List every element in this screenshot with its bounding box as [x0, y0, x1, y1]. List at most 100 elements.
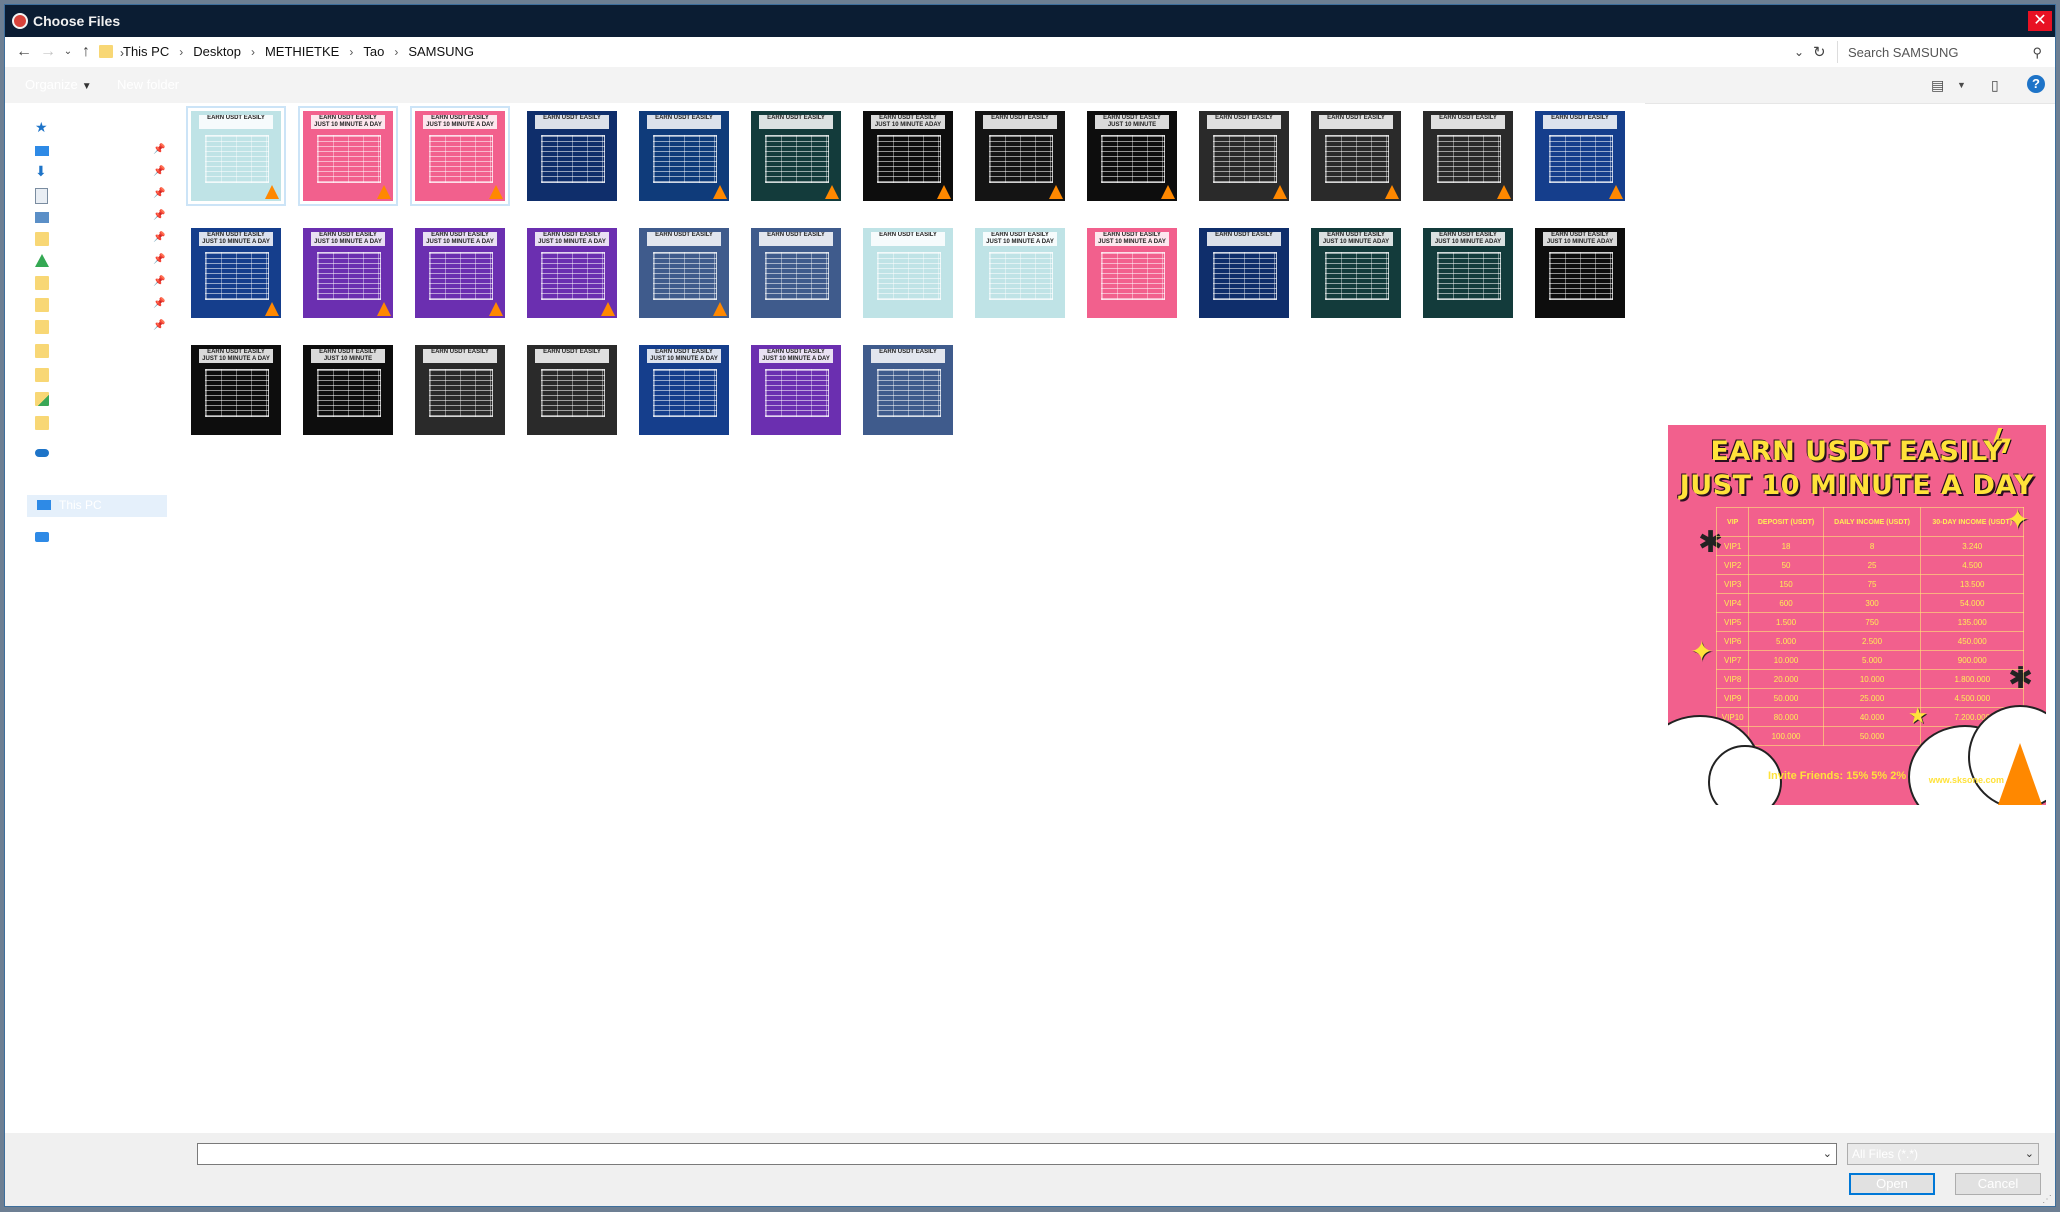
file-thumbnail[interactable]: EARN USDT EASILY JUST 10 MINUTE A DAY	[410, 106, 510, 206]
file-thumbnail[interactable]: EARN USDT EASILY JUST 10 MINUTE ADAY	[1311, 228, 1401, 318]
breadcrumb-samsung[interactable]: SAMSUNG	[408, 44, 474, 59]
preview-pane-icon[interactable]: ▯	[1991, 77, 1999, 94]
file-thumbnail[interactable]: EARN USDT EASILY JUST 10 MINUTE A DAY	[975, 228, 1065, 318]
file-thumbnail[interactable]: EARN USDT EASILY	[186, 106, 286, 206]
file-thumbnail[interactable]: EARN USDT EASILY	[527, 111, 617, 201]
file-thumbnail[interactable]: EARN USDT EASILY	[1535, 111, 1625, 201]
file-thumbnail[interactable]: EARN USDT EASILY JUST 10 MINUTE ADAY	[1423, 228, 1513, 318]
breadcrumb-separator-icon[interactable]: ›	[179, 45, 183, 59]
table-cell: 50	[1748, 555, 1824, 575]
thumbnail-image: EARN USDT EASILY JUST 10 MINUTE A DAY	[639, 345, 729, 435]
organize-button[interactable]: Organize ▼	[25, 77, 92, 92]
forward-icon[interactable]: →	[37, 43, 59, 61]
table-row: VIP3 150 75 13.500	[1715, 574, 2024, 594]
nav-onedrive-item[interactable]	[25, 443, 165, 465]
table-cell: 5.000	[1822, 650, 1922, 670]
nav-folder-item[interactable]	[25, 341, 165, 363]
quick-access-item[interactable]: ★	[25, 119, 165, 141]
file-thumbnail[interactable]: EARN USDT EASILY JUST 10 MINUTE A DAY	[298, 106, 398, 206]
file-thumbnail[interactable]: EARN USDT EASILY	[975, 111, 1065, 201]
nav-network-item[interactable]	[25, 527, 165, 549]
breadcrumb-this-pc[interactable]: This PC	[123, 44, 169, 59]
thumbnail-heading: EARN USDT EASILY JUST 10 MINUTE A DAY	[759, 349, 833, 363]
table-cell: 900.000	[1920, 650, 2024, 670]
thumbnail-table-graphic	[989, 252, 1053, 300]
view-options-caret-icon[interactable]: ▼	[1957, 80, 1966, 90]
file-thumbnail[interactable]: EARN USDT EASILY JUST 10 MINUTE A DAY	[639, 345, 729, 435]
nav-folder-item[interactable]	[25, 389, 165, 411]
file-list-area[interactable]: EARN USDT EASILY EARN USDT EASILY JUST 10…	[167, 103, 1645, 1133]
title-bar: Choose Files ✕	[5, 5, 2055, 37]
nav-desktop-item[interactable]: 📌	[25, 141, 165, 163]
open-button[interactable]: Open	[1849, 1173, 1935, 1195]
thumbnail-image: EARN USDT EASILY JUST 10 MINUTE A DAY	[1087, 228, 1177, 318]
refresh-icon[interactable]: ↻	[1813, 43, 1826, 61]
help-icon[interactable]: ?	[2027, 75, 2045, 93]
breadcrumb-separator-icon[interactable]: ›	[251, 45, 255, 59]
new-folder-button[interactable]: New folder	[117, 77, 179, 92]
thumbnail-heading: EARN USDT EASILY	[871, 232, 945, 246]
table-row: VIP2 50 25 4.500	[1715, 555, 2024, 575]
thumbnail-heading: EARN USDT EASILY	[759, 115, 833, 129]
file-thumbnail[interactable]: EARN USDT EASILY JUST 10 MINUTE A DAY	[303, 228, 393, 318]
table-cell: 20.000	[1748, 669, 1824, 689]
file-thumbnail[interactable]: EARN USDT EASILY JUST 10 MINUTE A DAY	[191, 228, 281, 318]
nav-google-drive-item[interactable]: 📌	[25, 251, 165, 273]
close-button[interactable]: ✕	[2025, 5, 2055, 37]
nav-pictures-item[interactable]: 📌	[25, 207, 165, 229]
nav-folder-item[interactable]: 📌	[25, 273, 165, 295]
folder-icon	[35, 320, 49, 334]
up-arrow-icon[interactable]: ↑	[75, 43, 97, 61]
filename-dropdown-icon[interactable]: ⌄	[1823, 1147, 1832, 1160]
filename-field[interactable]: ⌄	[197, 1143, 1837, 1165]
file-thumbnail[interactable]: EARN USDT EASILY	[863, 228, 953, 318]
file-type-select[interactable]: All Files (*.*) ⌄	[1847, 1143, 2039, 1165]
file-thumbnail[interactable]: EARN USDT EASILY	[751, 111, 841, 201]
file-thumbnail[interactable]: EARN USDT EASILY JUST 10 MINUTE A DAY	[751, 345, 841, 435]
address-dropdown-icon[interactable]: ⌄	[1794, 45, 1804, 59]
breadcrumb-desktop[interactable]: Desktop	[193, 44, 241, 59]
nav-folder-item[interactable]: 📌	[25, 229, 165, 251]
table-cell: 5.000	[1748, 631, 1824, 651]
file-thumbnail[interactable]: EARN USDT EASILY JUST 10 MINUTE ADAY	[863, 111, 953, 201]
nav-downloads-item[interactable]: ⬇ 📌	[25, 163, 165, 185]
nav-folder-item[interactable]: 📌	[25, 317, 165, 339]
nav-documents-item[interactable]: 📌	[25, 185, 165, 207]
file-thumbnail[interactable]: EARN USDT EASILY JUST 10 MINUTE ADAYSOON	[303, 345, 393, 435]
thumbnail-image: EARN USDT EASILY JUST 10 MINUTE ADAY	[1535, 228, 1625, 318]
table-header-cell: DEPOSIT (USDT)	[1748, 507, 1824, 537]
file-thumbnail[interactable]: EARN USDT EASILY JUST 10 MINUTE A DAY	[415, 228, 505, 318]
file-thumbnail[interactable]: EARN USDT EASILY JUST 10 MINUTE A DAY	[191, 345, 281, 435]
breadcrumb-separator-icon[interactable]: ›	[394, 45, 398, 59]
file-thumbnail[interactable]: EARN USDT EASILY	[639, 228, 729, 318]
breadcrumb-tao[interactable]: Tao	[363, 44, 384, 59]
document-icon	[35, 188, 48, 204]
file-thumbnail[interactable]: EARN USDT EASILY	[1311, 111, 1401, 201]
file-thumbnail[interactable]: EARN USDT EASILY	[863, 345, 953, 435]
file-thumbnail[interactable]: EARN USDT EASILY	[1199, 111, 1289, 201]
breadcrumb-separator-icon[interactable]: ›	[349, 45, 353, 59]
resize-grip-icon[interactable]: ⋰	[2042, 1194, 2052, 1205]
thumbnail-table-graphic	[653, 252, 717, 300]
back-icon[interactable]: ←	[13, 43, 35, 61]
table-cell: 50.000	[1748, 688, 1824, 708]
file-thumbnail[interactable]: EARN USDT EASILY JUST 10 MINUTE A DAY	[527, 228, 617, 318]
cancel-button[interactable]: Cancel	[1955, 1173, 2041, 1195]
file-thumbnail[interactable]: EARN USDT EASILY	[415, 345, 505, 435]
nav-folder-item[interactable]	[25, 365, 165, 387]
file-thumbnail[interactable]: EARN USDT EASILY JUST 10 MINUTE ADAYSOON	[1087, 111, 1177, 201]
file-thumbnail[interactable]: EARN USDT EASILY	[639, 111, 729, 201]
nav-folder-item[interactable]	[25, 413, 165, 435]
file-thumbnail[interactable]: EARN USDT EASILY	[527, 345, 617, 435]
file-thumbnail[interactable]: EARN USDT EASILY JUST 10 MINUTE ADAY	[1535, 228, 1625, 318]
search-input[interactable]: Search SAMSUNG ⚲	[1837, 41, 2048, 63]
table-cell: VIP6	[1715, 631, 1750, 651]
file-thumbnail[interactable]: EARN USDT EASILY	[751, 228, 841, 318]
breadcrumb-methietke[interactable]: METHIETKE	[265, 44, 339, 59]
file-thumbnail[interactable]: EARN USDT EASILY JUST 10 MINUTE A DAY	[1087, 228, 1177, 318]
change-view-icon[interactable]: ▤	[1931, 77, 1944, 94]
nav-this-pc-item[interactable]: This PC	[27, 495, 167, 517]
file-thumbnail[interactable]: EARN USDT EASILY	[1423, 111, 1513, 201]
nav-folder-item[interactable]: 📌	[25, 295, 165, 317]
file-thumbnail[interactable]: EARN USDT EASILY	[1199, 228, 1289, 318]
